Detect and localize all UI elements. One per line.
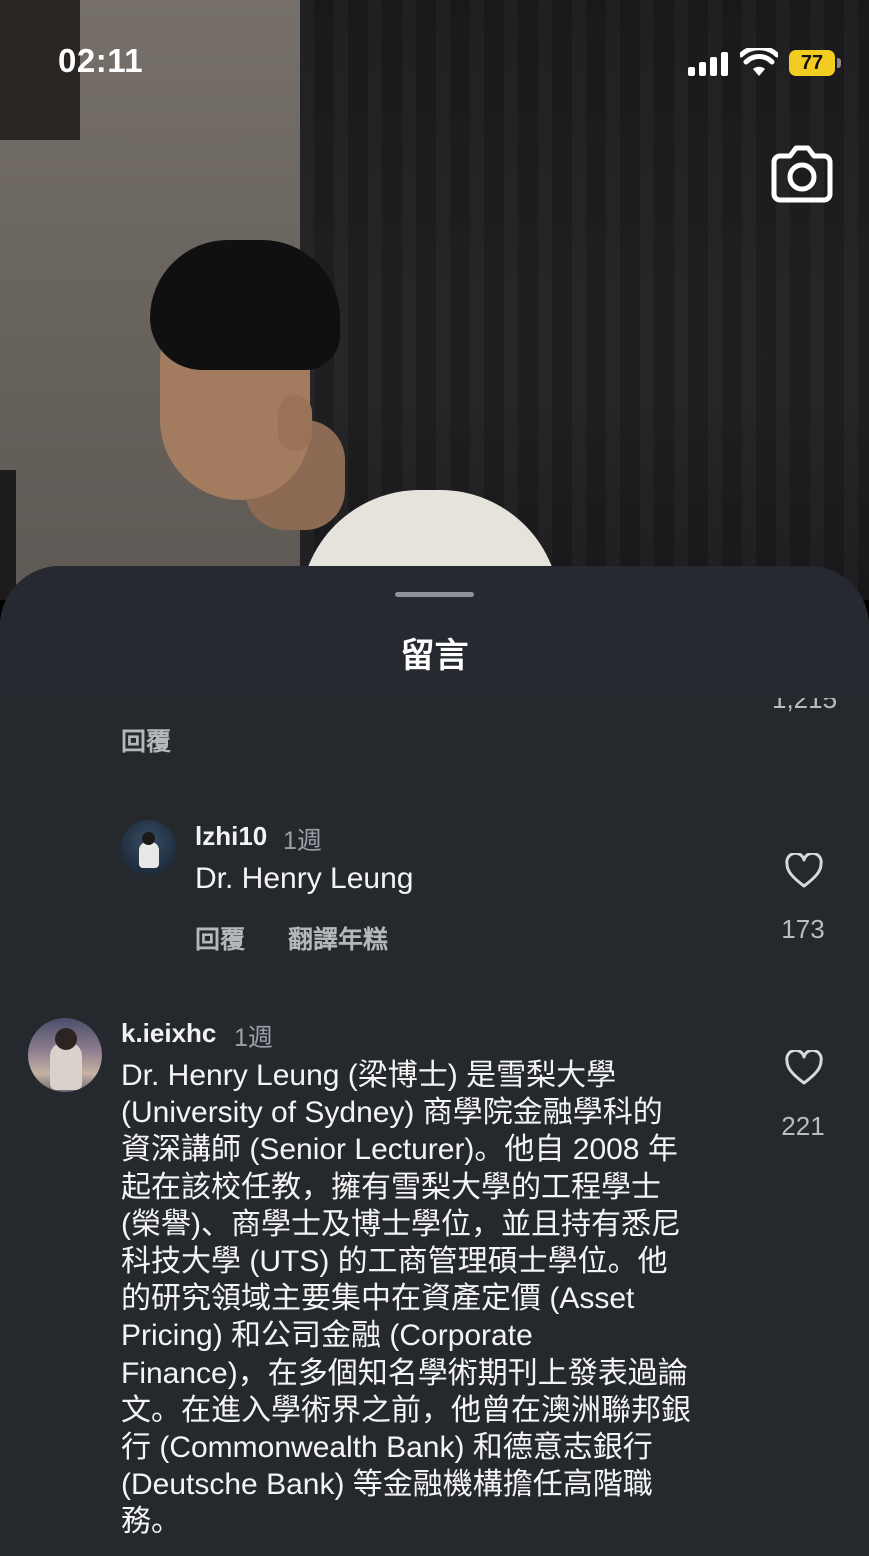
comments-sheet: 留言 1,215 回覆 lzhi10 1週 Dr. Henry Leung 回覆… xyxy=(0,566,869,1556)
reply-button[interactable]: 回覆 xyxy=(121,722,171,758)
heart-outline-icon[interactable] xyxy=(784,1050,824,1086)
sheet-grab-handle[interactable] xyxy=(395,592,474,597)
avatar[interactable] xyxy=(121,820,176,875)
comment-username[interactable]: k.ieixhc xyxy=(121,1018,216,1049)
reply-button[interactable]: 回覆 xyxy=(195,920,245,956)
comment-text: Dr. Henry Leung (梁博士) 是雪梨大學 (University … xyxy=(121,1059,691,1539)
sheet-header: 留言 xyxy=(0,566,869,698)
comment-text: Dr. Henry Leung xyxy=(195,862,414,895)
comment-time: 1週 xyxy=(283,827,322,855)
like-count: 173 xyxy=(781,914,825,944)
battery-cap xyxy=(837,58,841,68)
battery-icon: 77 xyxy=(789,50,835,76)
comment-time: 1週 xyxy=(234,1024,273,1052)
status-bar: 02:11 77 xyxy=(0,0,869,120)
video-person-ear xyxy=(278,395,312,451)
comments-list[interactable]: 1,215 回覆 lzhi10 1週 Dr. Henry Leung 回覆 翻譯… xyxy=(0,684,869,1556)
avatar[interactable] xyxy=(28,1018,102,1092)
heart-outline-icon[interactable] xyxy=(784,853,824,889)
translate-button[interactable]: 翻譯年糕 xyxy=(288,920,388,956)
cellular-signal-icon xyxy=(688,52,730,76)
battery-level: 77 xyxy=(800,51,824,74)
video-person-hair xyxy=(150,240,340,370)
comment-username[interactable]: lzhi10 xyxy=(195,821,267,852)
status-time: 02:11 xyxy=(58,42,144,79)
wifi-icon xyxy=(740,48,778,76)
like-count: 221 xyxy=(781,1111,825,1141)
sheet-title: 留言 xyxy=(400,637,469,675)
camera-icon[interactable] xyxy=(770,142,834,204)
